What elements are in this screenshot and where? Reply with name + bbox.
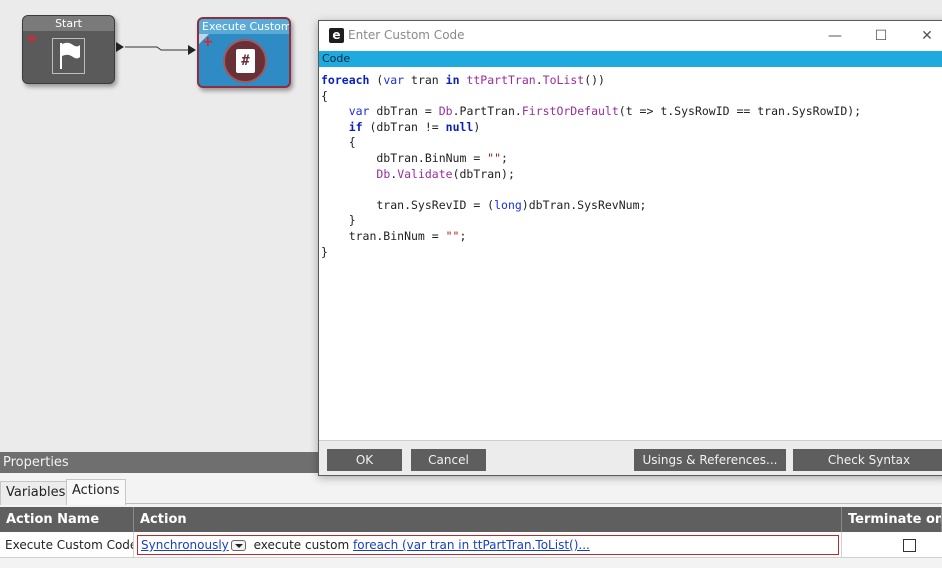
code-token: foreach xyxy=(321,73,370,87)
column-action-name[interactable]: Action Name xyxy=(0,507,134,532)
action-cell[interactable]: Synchronously execute custom foreach (va… xyxy=(134,532,842,558)
code-token: ) xyxy=(473,119,481,134)
code-line: { xyxy=(321,135,942,151)
tab-actions[interactable]: Actions xyxy=(66,479,126,505)
code-line: if (dbTran != null) xyxy=(321,120,942,136)
code-line: Db.Validate(dbTran); xyxy=(321,167,942,183)
code-token: tran xyxy=(404,73,446,87)
code-token: } xyxy=(321,213,356,228)
code-token: dbTran.BinNum = xyxy=(321,150,488,165)
cancel-button[interactable]: Cancel xyxy=(411,449,486,471)
app-logo-icon: e xyxy=(329,28,344,43)
enter-custom-code-dialog: e Enter Custom Code — ☐ ✕ Code foreach (… xyxy=(318,20,942,476)
dialog-titlebar[interactable]: e Enter Custom Code — ☐ ✕ xyxy=(319,21,942,51)
custom-code-link[interactable]: foreach (var tran in ttPartTran.ToList()… xyxy=(353,538,590,552)
dialog-title: Enter Custom Code xyxy=(348,28,465,42)
expand-plus-icon[interactable]: + xyxy=(202,35,214,49)
close-button[interactable]: ✕ xyxy=(904,23,942,49)
code-token: .PartTran. xyxy=(452,104,522,119)
code-line: foreach (var tran in ttPartTran.ToList()… xyxy=(321,73,942,89)
dialog-footer: OK Cancel Usings & References... Check S… xyxy=(319,441,942,475)
execute-custom-code-node[interactable]: Execute Custom Co + # xyxy=(197,17,291,88)
code-token: FirstOrDefault xyxy=(521,104,619,119)
code-token: } xyxy=(321,244,328,259)
code-token: if xyxy=(348,119,363,134)
code-token: ; xyxy=(501,150,508,165)
code-token: Validate xyxy=(397,166,453,181)
grid-header: Action Name Action Terminate on E xyxy=(0,507,942,532)
code-line: dbTran.BinNum = ""; xyxy=(321,151,942,167)
code-token: { xyxy=(321,135,356,150)
code-line: { xyxy=(321,89,942,105)
table-row[interactable]: Execute Custom Code 0 Synchronously exec… xyxy=(0,532,942,558)
code-token: Db xyxy=(438,104,453,119)
code-token: dbTran = xyxy=(369,104,439,119)
code-editor[interactable]: foreach (var tran in ttPartTran.ToList()… xyxy=(319,71,942,441)
code-token: null xyxy=(445,119,474,134)
code-token: var xyxy=(383,73,405,87)
usings-references-button[interactable]: Usings & References... xyxy=(634,449,786,471)
action-editor[interactable]: Synchronously execute custom foreach (va… xyxy=(137,535,839,555)
minimize-button[interactable]: — xyxy=(812,23,858,49)
expand-plus-icon[interactable]: + xyxy=(26,32,38,46)
code-token: ToList xyxy=(542,73,585,87)
code-token: Db xyxy=(376,166,391,181)
ok-button[interactable]: OK xyxy=(327,449,402,471)
code-token: ttPartTran xyxy=(466,73,536,87)
code-line: tran.SysRevID = (long)dbTran.SysRevNum; xyxy=(321,198,942,214)
workflow-connector xyxy=(116,42,196,55)
mode-dropdown-icon[interactable] xyxy=(230,540,246,551)
code-token: ( xyxy=(369,73,384,87)
hash-glyph: # xyxy=(236,49,255,73)
code-token: )dbTran.SysRevNum; xyxy=(521,197,647,212)
properties-tabs: Variables Actions xyxy=(0,479,942,505)
code-token: ()) xyxy=(584,73,605,87)
check-syntax-button[interactable]: Check Syntax xyxy=(793,449,942,471)
code-token: { xyxy=(321,88,328,103)
code-section-header: Code xyxy=(319,51,942,67)
code-token: (t => t.SysRowID == tran.SysRowID); xyxy=(618,104,862,119)
code-token: (dbTran != xyxy=(362,119,446,134)
code-token: var xyxy=(348,104,370,119)
code-token: tran.BinNum = xyxy=(321,228,446,243)
exec-node-title: Execute Custom Co xyxy=(199,19,289,34)
code-line: } xyxy=(321,245,942,261)
code-token: "" xyxy=(487,150,502,165)
terminate-cell xyxy=(842,532,942,558)
code-line: var dbTran = Db.PartTran.FirstOrDefault(… xyxy=(321,104,942,120)
code-token: ; xyxy=(459,228,467,243)
code-token: (dbTran); xyxy=(452,166,515,181)
start-node[interactable]: Start + xyxy=(22,15,115,84)
action-text: execute custom xyxy=(249,538,353,552)
code-token: long xyxy=(494,197,522,212)
start-node-title: Start xyxy=(23,16,114,31)
code-line: tran.BinNum = ""; xyxy=(321,229,942,245)
code-token: in xyxy=(445,73,460,87)
code-token: "" xyxy=(445,228,460,243)
code-token: . xyxy=(535,73,543,87)
hash-document-icon: # xyxy=(223,39,267,83)
tab-variables[interactable]: Variables xyxy=(0,481,72,505)
maximize-button[interactable]: ☐ xyxy=(858,23,904,49)
code-token: tran.SysRevID = ( xyxy=(321,197,495,212)
column-action[interactable]: Action xyxy=(134,507,842,532)
flag-icon xyxy=(52,38,85,74)
code-line: } xyxy=(321,213,942,229)
terminate-checkbox[interactable] xyxy=(903,539,916,552)
mode-link[interactable]: Synchronously xyxy=(141,538,229,552)
column-terminate[interactable]: Terminate on E xyxy=(842,507,942,532)
action-name-cell[interactable]: Execute Custom Code 0 xyxy=(0,532,134,558)
